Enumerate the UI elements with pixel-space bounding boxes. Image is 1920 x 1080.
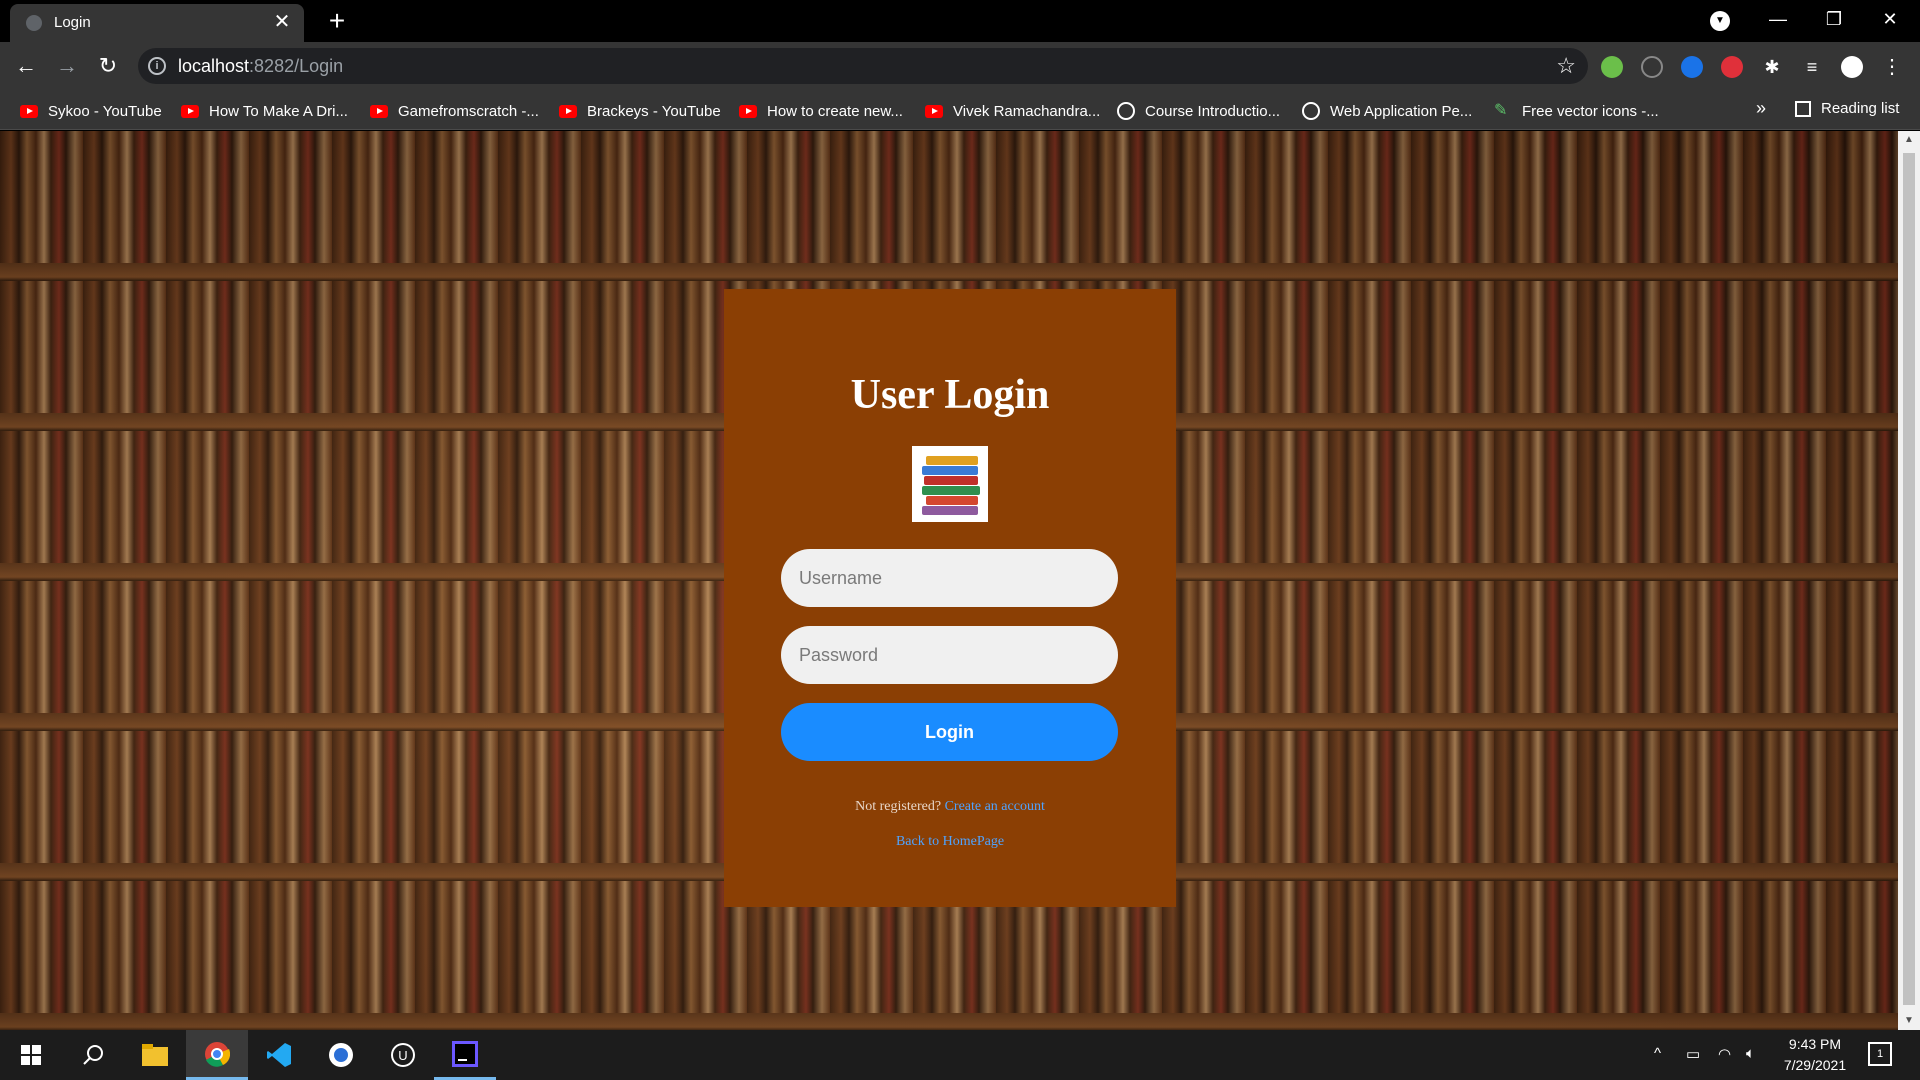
vscode-icon [267,1043,291,1067]
page-title: User Login [850,372,1050,418]
url-text[interactable]: localhost:8282/Login [178,56,343,77]
reload-icon[interactable]: ↻ [92,50,124,82]
profile-avatar[interactable] [1841,56,1863,78]
bookmark-item[interactable]: Course Introductio... [1117,100,1280,122]
more-bookmarks-button[interactable]: » [1756,98,1766,119]
tab-title: Login [54,14,91,31]
system-clock[interactable]: 9:43 PM 7/29/2021 [1770,1034,1860,1076]
media-control-icon[interactable]: ≡ [1801,56,1823,78]
scroll-up-icon[interactable]: ▲ [1898,131,1920,149]
app-taskbar-button[interactable] [310,1030,372,1080]
unreal-taskbar-button[interactable]: U [372,1030,434,1080]
youtube-icon [739,104,757,118]
restore-button[interactable]: ❐ [1806,0,1862,38]
youtube-icon [370,104,388,118]
forward-icon[interactable]: → [51,50,83,82]
tab-search-icon[interactable]: ▼ [1710,11,1730,31]
intellij-icon [452,1040,478,1067]
windows-icon [21,1045,41,1065]
svg-text:U: U [398,1048,407,1063]
back-home-row: Back to HomePage [724,834,1176,850]
chrome-taskbar-button[interactable] [186,1030,248,1080]
unreal-engine-icon: U [391,1043,415,1067]
chevron-up-icon[interactable]: ^ [1654,1045,1661,1062]
bookmark-item[interactable]: ✎ Free vector icons -... [1494,100,1659,122]
browser-toolbar: ← → ↻ i localhost:8282/Login ☆ ✱ ≡ ⋮ [0,42,1920,90]
login-panel: User Login Login Not registered? Create … [724,289,1176,907]
puzzle-icon[interactable]: ✱ [1761,56,1783,78]
clock-time: 9:43 PM [1788,1036,1842,1052]
books-logo-icon [912,446,988,522]
browser-tab[interactable]: Login ✕ [10,4,304,42]
extension-icon[interactable] [1681,56,1703,78]
bookmark-item[interactable]: How to create new... [739,100,903,122]
new-tab-button[interactable]: + [322,6,352,36]
search-icon [83,1045,103,1065]
scroll-down-icon[interactable]: ▼ [1898,1012,1920,1030]
bookmark-item[interactable]: Vivek Ramachandra... [925,100,1100,122]
bookmark-item[interactable]: How To Make A Dri... [181,100,348,122]
pencil-icon: ✎ [1494,102,1508,119]
globe-icon [26,15,42,31]
minimize-button[interactable]: — [1750,0,1806,38]
globe-icon [1117,102,1135,120]
bookmark-item[interactable]: Brackeys - YouTube [559,100,721,122]
back-icon[interactable]: ← [10,50,42,82]
address-bar[interactable]: i localhost:8282/Login ☆ [138,48,1588,84]
app-icon [329,1043,353,1067]
close-window-button[interactable]: ✕ [1862,0,1918,38]
file-explorer-button[interactable] [124,1030,186,1080]
battery-icon[interactable]: ▭ [1686,1045,1700,1063]
wifi-icon[interactable]: ◠ [1718,1045,1731,1063]
login-button[interactable]: Login [781,703,1118,761]
bookmark-item[interactable]: Sykoo - YouTube [20,100,162,122]
folder-icon [142,1044,168,1066]
back-to-homepage-link[interactable]: Back to HomePage [896,834,1004,849]
globe-icon [1302,102,1320,120]
close-tab-icon[interactable]: ✕ [270,10,294,34]
not-registered-text: Not registered? [855,799,942,814]
windows-taskbar: U ^ ▭ ◠ 🔈︎ 9:43 PM 7/29/2021 1 [0,1030,1920,1080]
extension-icon[interactable] [1641,56,1663,78]
site-info-icon[interactable]: i [148,57,166,75]
extension-icon[interactable] [1601,56,1623,78]
youtube-icon [559,104,577,118]
bookmark-item[interactable]: Web Application Pe... [1302,100,1472,122]
register-prompt: Not registered? Create an account [724,799,1176,815]
bookmark-star-icon[interactable]: ☆ [1556,53,1576,79]
vscode-taskbar-button[interactable] [248,1030,310,1080]
adblock-icon[interactable] [1721,56,1743,78]
chrome-icon [205,1041,230,1067]
notification-center-icon[interactable]: 1 [1868,1042,1892,1066]
password-input[interactable] [781,626,1118,684]
youtube-icon [181,104,199,118]
volume-icon[interactable]: 🔈︎ [1746,1045,1755,1062]
browser-titlebar: Login ✕ + ▼ — ❐ ✕ [0,0,1920,42]
username-input[interactable] [781,549,1118,607]
page-viewport: User Login Login Not registered? Create … [0,131,1898,1030]
menu-icon[interactable]: ⋮ [1881,56,1903,78]
youtube-icon [20,104,38,118]
create-account-link[interactable]: Create an account [945,799,1045,814]
bookmarks-bar: Sykoo - YouTube How To Make A Dri... Gam… [0,90,1920,130]
reading-list-button[interactable]: Reading list [1795,100,1899,117]
search-button[interactable] [62,1030,124,1080]
intellij-taskbar-button[interactable] [434,1030,496,1080]
clock-date: 7/29/2021 [1783,1057,1847,1073]
bookmark-item[interactable]: Gamefromscratch -... [370,100,539,122]
reading-list-icon [1795,100,1811,117]
youtube-icon [925,104,943,118]
scrollbar-thumb[interactable] [1903,153,1915,1005]
start-button[interactable] [0,1030,62,1080]
page-scrollbar[interactable]: ▲ ▼ [1898,131,1920,1030]
